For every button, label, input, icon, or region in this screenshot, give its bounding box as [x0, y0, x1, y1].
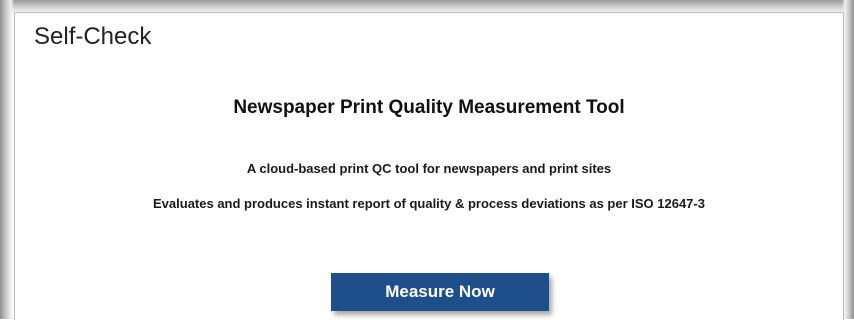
self-check-panel: Self-Check Newspaper Print Quality Measu…	[14, 12, 844, 320]
tool-description: Evaluates and produces instant report of…	[153, 196, 705, 211]
measure-now-button[interactable]: Measure Now	[331, 273, 549, 311]
tool-title: Newspaper Print Quality Measurement Tool	[233, 97, 625, 118]
tool-tagline: A cloud-based print QC tool for newspape…	[246, 161, 612, 176]
window-frame-left-edge	[0, 0, 14, 319]
page-title: Self-Check	[34, 23, 152, 50]
